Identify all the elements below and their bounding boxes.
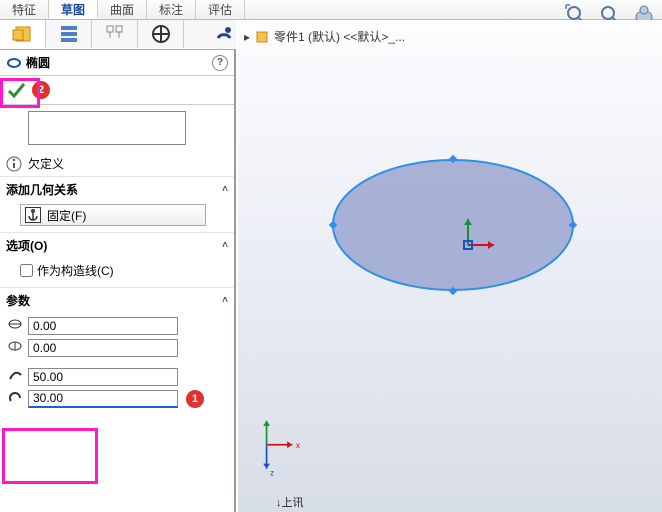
panel-tabbar bbox=[0, 20, 236, 50]
view-triad-icon: x z bbox=[258, 419, 318, 482]
propertymanager-panel: 椭圆 ? 2 欠定义 添加几何关系 ˄ 固定(F) 选项(O) ˄ 作为构造线(… bbox=[0, 50, 236, 512]
callout-2: 2 bbox=[32, 81, 50, 99]
major-radius-icon bbox=[6, 367, 24, 386]
param-major bbox=[6, 367, 234, 386]
confirm-row: 2 bbox=[0, 76, 234, 105]
construction-line-checkbox[interactable]: 作为构造线(C) bbox=[20, 262, 234, 279]
minor-radius-icon bbox=[6, 389, 24, 408]
status-row: 欠定义 bbox=[0, 151, 234, 176]
part-breadcrumb[interactable]: ▸ 零件1 (默认) <<默认>_... bbox=[244, 28, 405, 45]
breadcrumb-arrow-icon: ▸ bbox=[244, 30, 250, 44]
part-icon bbox=[254, 29, 270, 45]
tab-feature[interactable]: 特征 bbox=[0, 0, 49, 19]
callout-1: 1 bbox=[186, 390, 204, 408]
chevron-up-icon: ˄ bbox=[222, 240, 228, 251]
help-icon[interactable]: ? bbox=[212, 55, 228, 71]
info-icon bbox=[6, 156, 22, 172]
construction-line-input[interactable] bbox=[20, 264, 33, 277]
param-minor-input[interactable] bbox=[28, 390, 178, 408]
param-major-input[interactable] bbox=[28, 368, 178, 386]
section-relations[interactable]: 添加几何关系 ˄ bbox=[0, 176, 234, 202]
center-x-icon bbox=[6, 316, 24, 335]
anchor-icon bbox=[25, 207, 41, 223]
view-caption: ↓上讯 bbox=[276, 494, 304, 510]
section-relations-label: 添加几何关系 bbox=[6, 181, 78, 198]
tab-surface[interactable]: 曲面 bbox=[98, 0, 147, 19]
section-options[interactable]: 选项(O) ˄ bbox=[0, 232, 234, 258]
axis-z-label: z bbox=[270, 468, 274, 478]
status-text: 欠定义 bbox=[28, 155, 64, 172]
section-options-label: 选项(O) bbox=[6, 237, 47, 254]
panel-tab-overflow-icon[interactable] bbox=[214, 24, 234, 44]
fixed-relation-label: 固定(F) bbox=[47, 207, 86, 224]
section-params-label: 参数 bbox=[6, 292, 30, 309]
param-center-y bbox=[6, 338, 234, 357]
origin-triad-icon bbox=[438, 215, 498, 278]
model-viewport[interactable]: ▸ 零件1 (默认) <<默认>_... bbox=[238, 20, 662, 512]
ok-button[interactable] bbox=[6, 80, 26, 100]
panel-tab-featuremgr[interactable] bbox=[0, 20, 46, 48]
selection-list[interactable] bbox=[28, 111, 186, 145]
center-y-icon bbox=[6, 338, 24, 357]
param-center-y-input[interactable] bbox=[28, 339, 178, 357]
axis-x-label: x bbox=[296, 440, 301, 450]
tab-sketch[interactable]: 草图 bbox=[49, 0, 98, 19]
chevron-up-icon: ˄ bbox=[222, 184, 228, 195]
panel-tab-property[interactable] bbox=[46, 20, 92, 48]
highlight-box-params bbox=[2, 428, 98, 484]
feature-title-row: 椭圆 ? bbox=[0, 50, 234, 76]
ribbon-tabstrip: 特征 草图 曲面 标注 评估 bbox=[0, 0, 662, 20]
breadcrumb-text: 零件1 (默认) <<默认>_... bbox=[274, 28, 405, 45]
fixed-relation-button[interactable]: 固定(F) bbox=[20, 204, 206, 226]
panel-tab-config[interactable] bbox=[92, 20, 138, 48]
section-params[interactable]: 参数 ˄ bbox=[0, 287, 234, 313]
param-minor: 1 bbox=[6, 389, 234, 408]
tab-annotate[interactable]: 标注 bbox=[147, 0, 196, 19]
tab-evaluate[interactable]: 评估 bbox=[196, 0, 245, 19]
panel-tab-dim[interactable] bbox=[138, 20, 184, 48]
construction-line-label: 作为构造线(C) bbox=[37, 262, 114, 279]
param-center-x-input[interactable] bbox=[28, 317, 178, 335]
ellipse-icon bbox=[6, 55, 22, 71]
chevron-up-icon: ˄ bbox=[222, 295, 228, 306]
feature-title-text: 椭圆 bbox=[26, 54, 50, 71]
param-center-x bbox=[6, 316, 234, 335]
